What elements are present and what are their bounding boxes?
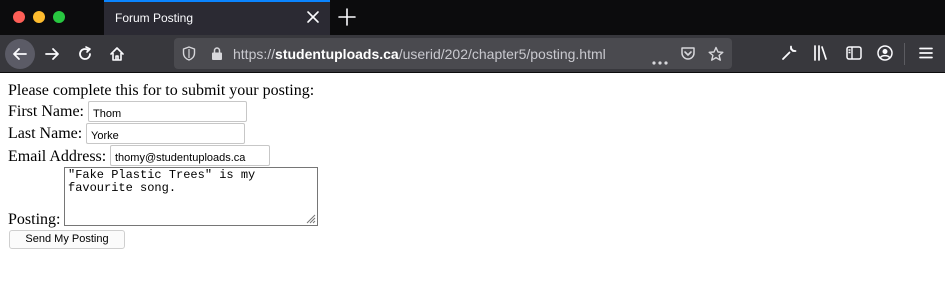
posting-label: Posting: [8,211,61,228]
first-name-label: First Name: [8,103,84,120]
url-prefix: https:// [233,46,276,62]
library-icon[interactable] [812,44,830,67]
email-field[interactable]: thomy@studentuploads.ca [110,145,270,166]
account-icon[interactable] [876,44,894,67]
window-close-button[interactable] [13,11,25,23]
lock-icon[interactable] [210,46,224,66]
reload-button[interactable] [70,39,100,69]
url-text[interactable]: https://studentuploads.ca/userid/202/cha… [233,46,606,62]
more-icon[interactable] [652,52,668,70]
navigation-toolbar: https://studentuploads.ca/userid/202/cha… [0,35,945,73]
forward-button[interactable] [37,39,67,69]
url-domain: studentuploads.ca [275,46,399,62]
last-name-label: Last Name: [8,125,83,142]
title-bar: Forum Posting [0,0,945,35]
window-maximize-button[interactable] [53,11,65,23]
pocket-icon[interactable] [680,46,696,66]
url-path: /userid/202/chapter5/posting.html [398,46,606,62]
posting-textarea[interactable]: "Fake Plastic Trees" is my favourite son… [64,167,318,226]
email-label: Email Address: [8,148,107,165]
window-minimize-button[interactable] [33,11,45,23]
home-button[interactable] [102,39,132,69]
star-icon[interactable] [708,46,724,67]
resize-grip-icon[interactable] [306,214,316,224]
form-intro: Please complete this for to submit your … [8,82,315,99]
first-name-field[interactable]: Thom [88,101,247,122]
tab-forum-posting[interactable]: Forum Posting [104,0,330,35]
menu-icon[interactable] [917,44,935,67]
last-name-field[interactable]: Yorke [86,123,245,144]
toolbar-separator [904,43,905,65]
close-icon[interactable] [304,8,322,26]
address-bar[interactable]: https://studentuploads.ca/userid/202/cha… [174,38,732,69]
wrench-icon[interactable] [780,44,798,67]
sidebar-icon[interactable] [845,44,863,67]
send-posting-button[interactable]: Send My Posting [9,230,125,249]
back-button[interactable] [5,39,35,69]
shield-icon[interactable] [182,46,196,66]
plus-icon[interactable] [336,6,358,28]
tab-title: Forum Posting [115,11,194,25]
